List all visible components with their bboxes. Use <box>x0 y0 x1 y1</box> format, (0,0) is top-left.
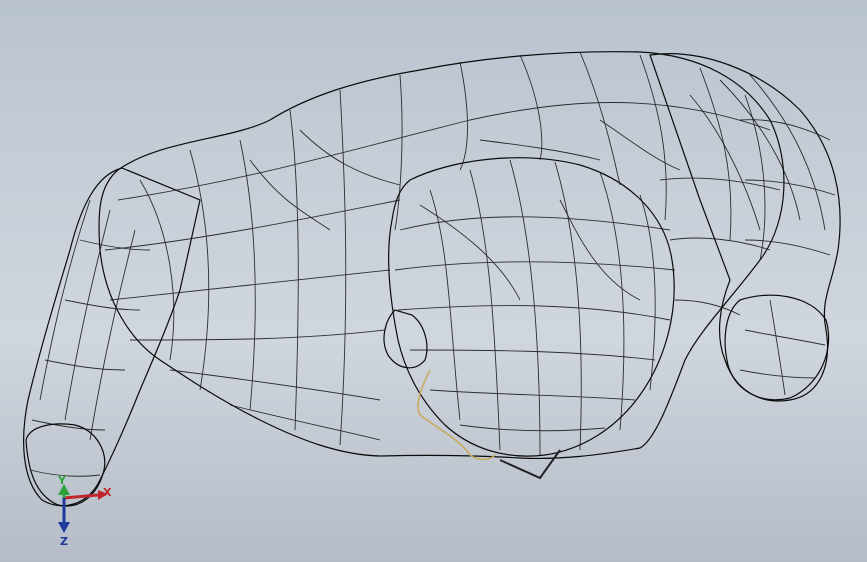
surface-mesh-lines <box>104 51 781 446</box>
right-hand-shape <box>724 294 830 401</box>
arm-mesh-lines <box>29 74 836 477</box>
graphics-viewport[interactable]: X Y Z <box>0 0 867 562</box>
head-shape <box>388 157 675 457</box>
left-hand-shape <box>25 423 106 507</box>
right-arm-shape <box>649 53 841 402</box>
ear-shape <box>383 309 428 369</box>
torso-shape <box>98 51 785 460</box>
left-arm-shape <box>23 167 201 507</box>
3d-model-surface[interactable] <box>0 0 867 562</box>
head-mesh-lines <box>394 159 676 456</box>
